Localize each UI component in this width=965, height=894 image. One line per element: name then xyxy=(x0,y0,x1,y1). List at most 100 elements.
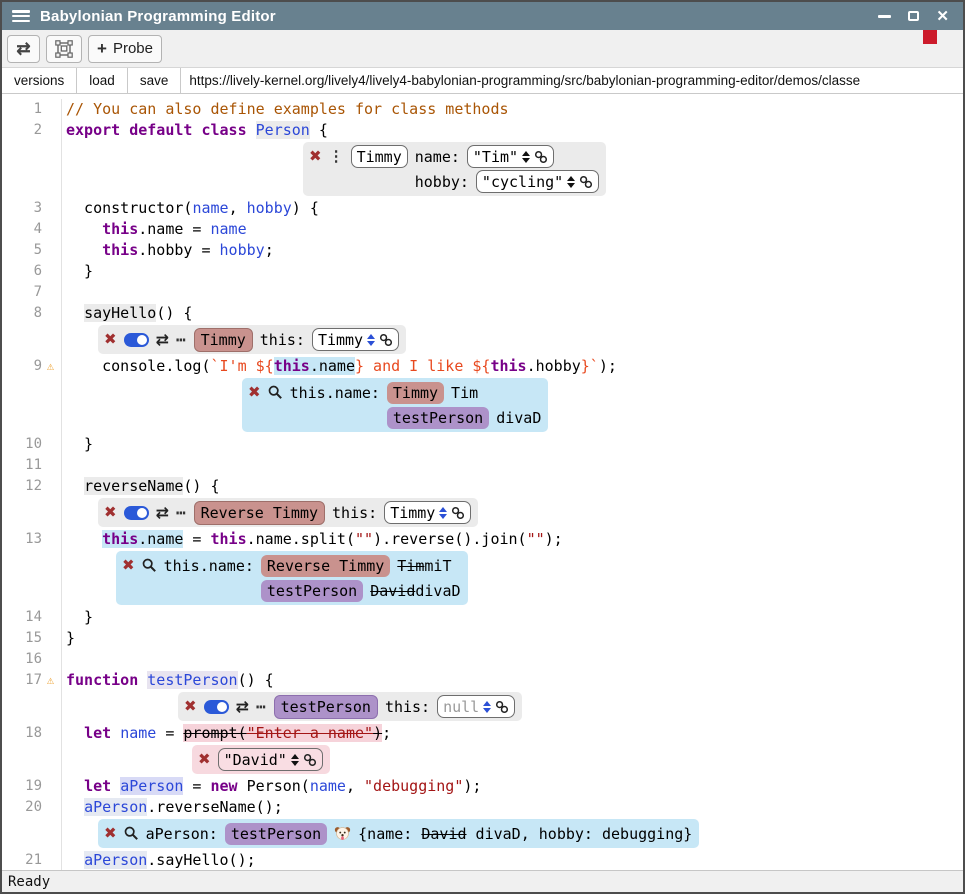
code-line[interactable]: function testPerson() { xyxy=(62,670,963,691)
code-line[interactable]: } xyxy=(62,261,963,282)
stepper-control[interactable] xyxy=(439,507,447,519)
code-line[interactable]: this.hobby = hobby; xyxy=(62,240,963,261)
close-icon[interactable]: ✖ xyxy=(104,505,117,520)
swap-arrows-icon[interactable]: ⇄ xyxy=(156,332,169,348)
link-icon[interactable] xyxy=(379,333,393,347)
code-line[interactable]: let aPerson = new Person(name, "debuggin… xyxy=(62,776,963,797)
code-token: sayHello xyxy=(84,304,156,322)
code-line[interactable]: this.name = name xyxy=(62,219,963,240)
add-probe-button[interactable]: + Probe xyxy=(88,35,162,63)
stepper-control[interactable] xyxy=(483,701,491,713)
stepper-up-icon[interactable] xyxy=(439,507,447,512)
toggle-switch[interactable] xyxy=(124,506,149,520)
code-line[interactable]: } xyxy=(62,607,963,628)
link-icon[interactable] xyxy=(534,150,548,164)
unsaved-indicator xyxy=(923,30,937,44)
code-line[interactable]: export default class Person { xyxy=(62,120,963,141)
code-line[interactable]: // You can also define examples for clas… xyxy=(62,99,963,120)
code-line[interactable]: constructor(name, hobby) { xyxy=(62,198,963,219)
close-icon[interactable]: ✖ xyxy=(104,826,117,841)
code-token: ); xyxy=(545,530,563,548)
close-icon[interactable]: ✖ xyxy=(104,332,117,347)
code-line[interactable]: let name = prompt("Enter a name"); xyxy=(62,723,963,744)
more-options-icon[interactable]: ⋯ xyxy=(176,332,187,348)
value-box[interactable]: null xyxy=(437,695,515,718)
stepper-up-icon[interactable] xyxy=(522,151,530,156)
code-token: aPerson xyxy=(84,851,147,869)
example-badge[interactable]: testPerson xyxy=(261,580,363,602)
stepper-down-icon[interactable] xyxy=(522,158,530,163)
code-line[interactable]: reverseName() { xyxy=(62,476,963,497)
close-icon[interactable]: ✖ xyxy=(198,752,211,767)
code-line[interactable]: this.name = this.name.split("").reverse(… xyxy=(62,529,963,550)
stepper-control[interactable] xyxy=(522,151,530,163)
stepper-down-icon[interactable] xyxy=(291,761,299,766)
close-button[interactable]: ✕ xyxy=(936,9,949,24)
value-box[interactable]: Timmy xyxy=(384,501,471,524)
code-line[interactable]: sayHello() { xyxy=(62,303,963,324)
link-icon[interactable] xyxy=(495,700,509,714)
frame-button[interactable] xyxy=(46,35,82,63)
swap-button[interactable]: ⇄ xyxy=(7,35,40,63)
replacement-row: ✖ "David" xyxy=(198,747,323,772)
code-line[interactable]: aPerson.sayHello(); xyxy=(62,850,963,870)
stepper-down-icon[interactable] xyxy=(567,183,575,188)
stepper-down-icon[interactable] xyxy=(367,341,375,346)
code-token: = xyxy=(156,724,183,742)
url-field[interactable]: https://lively-kernel.org/lively4/lively… xyxy=(181,68,963,93)
stepper-up-icon[interactable] xyxy=(367,334,375,339)
example-badge[interactable]: testPerson xyxy=(387,407,489,429)
widget-line: ✖⋮Timmyname:"Tim"✖⋮Timmyhobby:"cycling" xyxy=(2,141,963,198)
kebab-menu-icon[interactable]: ⋮ xyxy=(329,149,344,164)
toggle-switch[interactable] xyxy=(124,333,149,347)
load-button[interactable]: load xyxy=(77,68,128,93)
stepper-up-icon[interactable] xyxy=(567,176,575,181)
code-line[interactable]: console.log(`I'm ${this.name} and I like… xyxy=(62,356,963,377)
stepper-control[interactable] xyxy=(567,176,575,188)
code-token: .hobby xyxy=(527,357,581,375)
versions-button[interactable]: versions xyxy=(2,68,77,93)
close-icon[interactable]: ✖ xyxy=(184,699,197,714)
example-badge[interactable]: Timmy xyxy=(387,382,444,404)
this-label: this: xyxy=(332,502,377,524)
close-icon[interactable]: ✖ xyxy=(122,558,135,573)
example-badge[interactable]: Timmy xyxy=(194,328,253,352)
toolbar: ⇄ + Probe xyxy=(2,30,963,68)
stepper-down-icon[interactable] xyxy=(483,708,491,713)
swap-arrows-icon[interactable]: ⇄ xyxy=(236,699,249,715)
code-line[interactable]: } xyxy=(62,434,963,455)
value-box[interactable]: "cycling" xyxy=(476,170,599,193)
swap-arrows-icon[interactable]: ⇄ xyxy=(156,505,169,521)
stepper-control[interactable] xyxy=(367,334,375,346)
value-box[interactable]: Timmy xyxy=(312,328,399,351)
more-options-icon[interactable]: ⋯ xyxy=(176,505,187,521)
menu-icon[interactable] xyxy=(12,10,30,22)
example-name-box[interactable]: Timmy xyxy=(351,145,408,168)
example-badge[interactable]: Reverse Timmy xyxy=(194,501,325,525)
example-badge[interactable]: testPerson xyxy=(225,823,327,845)
code-line[interactable]: } xyxy=(62,628,963,649)
close-icon[interactable]: ✖ xyxy=(248,385,261,400)
save-button[interactable]: save xyxy=(128,68,182,93)
link-icon[interactable] xyxy=(451,506,465,520)
code-line[interactable]: aPerson.reverseName(); xyxy=(62,797,963,818)
example-badge[interactable]: testPerson xyxy=(274,695,378,719)
stepper-control[interactable] xyxy=(291,754,299,766)
value-box[interactable]: "Tim" xyxy=(467,145,554,168)
link-icon[interactable] xyxy=(303,753,317,767)
code-token: ; xyxy=(265,241,274,259)
value-box[interactable]: "David" xyxy=(218,748,323,771)
close-icon[interactable]: ✖ xyxy=(309,149,322,164)
link-icon[interactable] xyxy=(579,175,593,189)
minimize-button[interactable] xyxy=(878,15,891,18)
code-token: name xyxy=(192,199,228,217)
probe-lead: ✖aPerson: xyxy=(104,823,218,845)
maximize-button[interactable] xyxy=(908,11,919,21)
stepper-down-icon[interactable] xyxy=(439,514,447,519)
stepper-up-icon[interactable] xyxy=(483,701,491,706)
code-editor[interactable]: 1// You can also define examples for cla… xyxy=(2,94,963,870)
toggle-switch[interactable] xyxy=(204,700,229,714)
stepper-up-icon[interactable] xyxy=(291,754,299,759)
more-options-icon[interactable]: ⋯ xyxy=(256,699,267,715)
example-badge[interactable]: Reverse Timmy xyxy=(261,555,390,577)
